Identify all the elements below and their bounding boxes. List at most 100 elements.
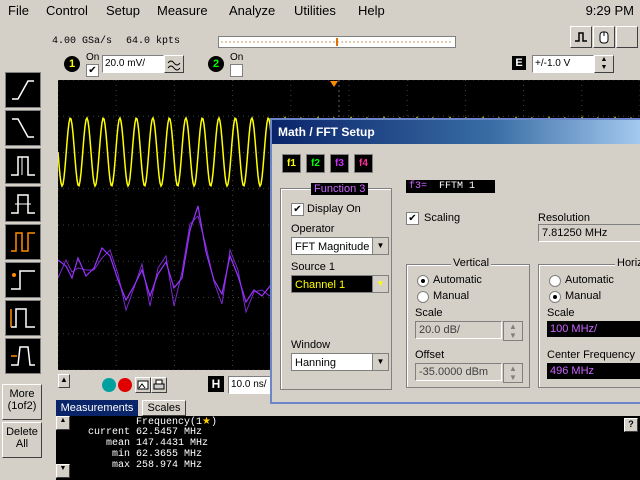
operator-value: FFT Magnitude xyxy=(295,241,370,253)
window-label: Window xyxy=(291,339,331,351)
meas-scroll-up[interactable]: ▲ xyxy=(56,416,70,430)
menu-utilities[interactable]: Utilities xyxy=(294,3,336,18)
trigger-position-marker[interactable] xyxy=(330,81,338,87)
channel1-on-checkbox[interactable]: ✔ xyxy=(86,64,99,77)
table-row: mean 147.4431 MHz xyxy=(80,438,220,449)
table-row: current 62.5457 MHz xyxy=(80,427,220,438)
horizontal-group: Horizo Automatic Manual Scale 100 MHz/ C… xyxy=(538,257,640,388)
pattern-icon xyxy=(11,232,35,252)
math-fft-dialog: Math / FFT Setup f1 f2 f3 f4 Function 3 … xyxy=(270,118,640,404)
display-on-label: Display On xyxy=(307,203,361,215)
func-button-f2[interactable]: f2 xyxy=(306,154,325,173)
horizontal-automatic-radio[interactable] xyxy=(549,275,561,287)
window-value: Hanning xyxy=(295,357,336,369)
row-label: current xyxy=(87,427,130,438)
chevron-down-icon: ▼ xyxy=(372,354,388,370)
left-toolbar: More (1of2) Delete All xyxy=(0,64,44,480)
trigger-glitch-button[interactable] xyxy=(5,148,41,184)
horizontal-manual-radio[interactable] xyxy=(549,291,561,303)
transition-icon xyxy=(11,346,35,366)
trigger-transition-button[interactable] xyxy=(5,338,41,374)
print-button[interactable] xyxy=(151,377,167,393)
printer-icon xyxy=(153,379,165,390)
pulse-width-icon xyxy=(11,194,35,214)
row-label: max xyxy=(111,460,130,471)
touch-mode-button[interactable] xyxy=(593,26,615,48)
dialog-titlebar[interactable]: Math / FFT Setup xyxy=(272,120,640,144)
menu-control[interactable]: Control xyxy=(46,3,88,18)
vertical-scale-spinner[interactable]: ▲ ▼ xyxy=(503,321,523,341)
channel2-badge[interactable]: 2 xyxy=(208,56,224,72)
func-button-f4[interactable]: f4 xyxy=(354,154,373,173)
meas-scroll-down[interactable]: ▼ xyxy=(56,464,70,478)
menu-analyze[interactable]: Analyze xyxy=(229,3,275,18)
channel1-scale-knob[interactable] xyxy=(164,55,184,73)
trigger-rising-edge-button[interactable] xyxy=(5,72,41,108)
trigger-state-button[interactable] xyxy=(5,262,41,298)
vertical-automatic-radio[interactable] xyxy=(417,275,429,287)
menu-help[interactable]: Help xyxy=(358,3,385,18)
window-select[interactable]: Hanning ▼ xyxy=(291,353,389,371)
scaling-label: Scaling xyxy=(424,212,461,224)
toolbar-extra-button[interactable] xyxy=(616,26,638,48)
screenshot-button[interactable] xyxy=(135,377,151,393)
more-button[interactable]: More (1of2) xyxy=(2,384,42,420)
vertical-scale-field[interactable]: 20.0 dB/ xyxy=(415,321,502,339)
glitch-icon xyxy=(11,156,35,176)
delete-all-button[interactable]: Delete All xyxy=(2,422,42,458)
func-button-f1[interactable]: f1 xyxy=(282,154,301,173)
menu-file[interactable]: File xyxy=(8,3,29,18)
operator-select[interactable]: FFT Magnitude ▼ xyxy=(291,237,389,255)
state-icon xyxy=(11,270,35,290)
display-on-checkbox[interactable]: ✔ xyxy=(291,203,304,216)
trigger-falling-edge-button[interactable] xyxy=(5,110,41,146)
vertical-group: Vertical Automatic Manual Scale 20.0 dB/… xyxy=(406,257,530,388)
dialog-title: Math / FFT Setup xyxy=(278,125,375,139)
source1-value: Channel 1 xyxy=(295,279,346,291)
timebase-badge[interactable]: H xyxy=(208,376,224,392)
menu-setup[interactable]: Setup xyxy=(106,3,140,18)
row-value: 62.3655 MHz xyxy=(136,449,203,460)
timeline-overview[interactable] xyxy=(218,36,456,48)
timebase-field[interactable]: 10.0 ns/ xyxy=(228,376,274,394)
source1-select[interactable]: Channel 1 ▼ xyxy=(291,275,389,293)
vertical-manual-radio[interactable] xyxy=(417,291,429,303)
toolbar: 4.00 GSa/s 64.0 kpts 1 On ✔ 20.0 mV/ 2 O… xyxy=(0,22,640,80)
table-row: min 62.3655 MHz xyxy=(80,449,220,460)
help-button[interactable]: ? xyxy=(624,418,638,432)
function-id: f3= xyxy=(409,181,428,192)
scroll-up-icon[interactable]: ▲ xyxy=(58,374,70,388)
trigger-timeout-button[interactable] xyxy=(5,300,41,336)
center-frequency-field[interactable]: 496 MHz xyxy=(547,363,640,379)
resolution-value: 7.81250 MHz xyxy=(538,224,640,242)
tab-measurements[interactable]: Measurements xyxy=(56,400,138,416)
tab-scales[interactable]: Scales xyxy=(142,400,186,416)
channel2-on-checkbox[interactable] xyxy=(230,64,243,77)
channel1-on-label: On xyxy=(86,52,100,63)
row-value: 147.4431 MHz xyxy=(136,438,209,449)
trigger-level-spinner[interactable]: ▲ ▼ xyxy=(594,55,614,73)
cyan-marker-icon[interactable] xyxy=(102,378,116,392)
operator-label: Operator xyxy=(291,223,335,235)
horizontal-manual-label: Manual xyxy=(565,290,602,302)
resolution-label: Resolution xyxy=(538,212,590,224)
scaling-checkbox[interactable]: ✔ xyxy=(406,212,419,225)
trigger-badge[interactable]: E xyxy=(512,56,526,70)
horizontal-scale-field[interactable]: 100 MHz/ xyxy=(547,321,640,337)
measurement-rows: current 62.5457 MHz mean 147.4431 MHz mi… xyxy=(80,427,220,471)
clock: 9:29 PM xyxy=(585,3,634,18)
trigger-pattern-button[interactable] xyxy=(5,224,41,260)
sample-rate: 4.00 GSa/s xyxy=(52,36,113,47)
center-frequency-label: Center Frequency xyxy=(547,349,636,361)
channel1-badge[interactable]: 1 xyxy=(64,56,80,72)
square-wave-icon xyxy=(575,32,587,42)
run-stop-button[interactable] xyxy=(570,26,592,48)
red-marker-icon[interactable] xyxy=(118,378,132,392)
vertical-offset-spinner[interactable]: ▲ ▼ xyxy=(503,363,523,383)
menu-measure[interactable]: Measure xyxy=(157,3,208,18)
vertical-offset-field[interactable]: -35.0000 dBm xyxy=(415,363,502,381)
trigger-level-field[interactable]: +/-1.0 V xyxy=(532,55,594,73)
channel1-scale-field[interactable]: 20.0 mV/ xyxy=(102,55,164,73)
func-button-f3[interactable]: f3 xyxy=(330,154,349,173)
trigger-pulse-width-button[interactable] xyxy=(5,186,41,222)
